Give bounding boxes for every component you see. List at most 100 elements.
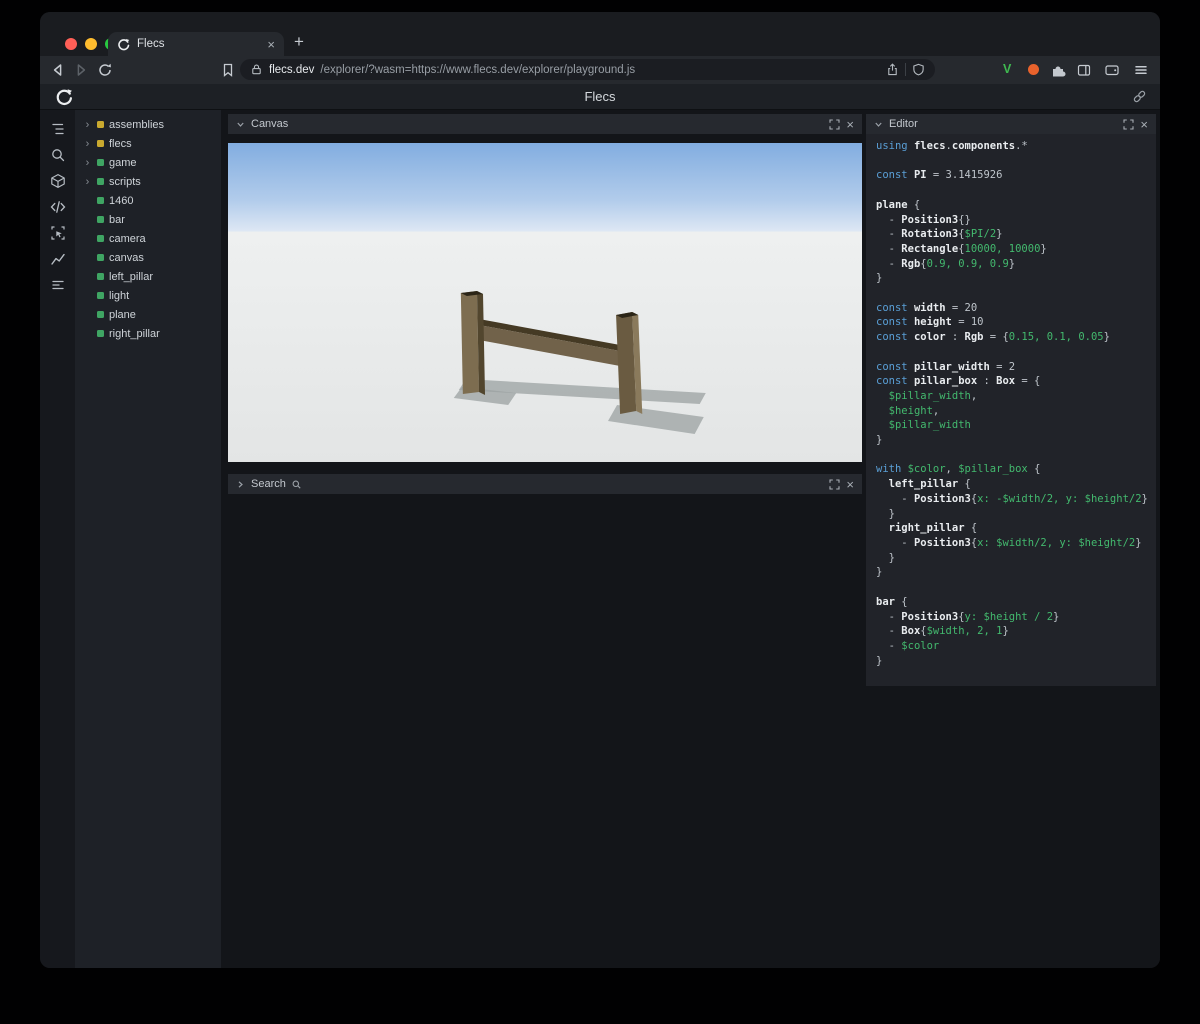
editor-code[interactable]: using flecs.components.* const PI = 3.14… bbox=[866, 134, 1156, 686]
chart-icon[interactable] bbox=[50, 251, 66, 267]
search-panel-title: Search bbox=[251, 478, 286, 490]
close-icon[interactable]: × bbox=[1140, 118, 1148, 131]
app-header: Flecs bbox=[40, 84, 1160, 110]
code-line: } bbox=[876, 434, 883, 447]
back-button[interactable] bbox=[50, 62, 66, 78]
expand-arrow-icon[interactable]: › bbox=[83, 176, 92, 188]
tree-item[interactable]: left_pillar bbox=[75, 267, 221, 286]
entity-label: plane bbox=[109, 308, 136, 321]
shield-icon[interactable] bbox=[912, 63, 925, 76]
tree-item[interactable]: › game bbox=[75, 153, 221, 172]
entity-label: camera bbox=[109, 232, 146, 245]
entity-label: 1460 bbox=[109, 194, 134, 207]
entity-tree: › assemblies › flecs › game › scripts 1460 bar cam… bbox=[75, 110, 221, 968]
entity-label: scripts bbox=[109, 175, 141, 188]
left-pillar-mesh bbox=[460, 291, 486, 395]
search-icon[interactable] bbox=[50, 147, 66, 163]
entity-color-dot bbox=[97, 121, 104, 128]
link-icon[interactable] bbox=[1132, 89, 1147, 104]
code-line: } bbox=[876, 654, 883, 667]
tab-close-icon[interactable]: × bbox=[267, 38, 275, 51]
code-line: - Rotation3{$PI/2} bbox=[876, 228, 1003, 241]
code-line: - Position3{y: $height / 2} bbox=[876, 610, 1060, 623]
code-line: $pillar_width bbox=[888, 419, 971, 432]
tab-strip: Flecs × + bbox=[40, 12, 1160, 56]
new-tab-button[interactable]: + bbox=[294, 33, 304, 50]
code-line: left_pillar { bbox=[888, 478, 971, 491]
inspect-icon[interactable] bbox=[50, 225, 66, 241]
tree-item[interactable]: plane bbox=[75, 305, 221, 324]
entity-label: assemblies bbox=[109, 118, 165, 131]
tree-item[interactable]: › scripts bbox=[75, 172, 221, 191]
canvas-3d-view[interactable] bbox=[228, 143, 862, 462]
entity-label: right_pillar bbox=[109, 327, 160, 340]
code-line: } bbox=[876, 507, 895, 520]
minimize-window-button[interactable] bbox=[85, 38, 97, 50]
code-line: - Rectangle{10000, 10000} bbox=[876, 242, 1047, 255]
code-line: const height = 10 bbox=[876, 316, 984, 329]
reload-button[interactable] bbox=[97, 62, 113, 78]
code-line: - Position3{} bbox=[876, 213, 971, 226]
code-line: $height, bbox=[888, 404, 940, 417]
tree-item[interactable]: bar bbox=[75, 210, 221, 229]
tree-item[interactable]: › flecs bbox=[75, 134, 221, 153]
menu-icon[interactable] bbox=[1133, 62, 1149, 78]
code-line: const pillar_width = 2 bbox=[876, 360, 1016, 373]
right-pillar-mesh bbox=[616, 312, 643, 414]
entity-tree-icon[interactable] bbox=[50, 121, 66, 137]
code-line: plane { bbox=[876, 198, 921, 211]
bookmark-icon[interactable] bbox=[220, 62, 236, 78]
expand-arrow-icon[interactable]: › bbox=[83, 138, 92, 150]
code-line: - $color bbox=[876, 639, 940, 652]
expand-icon[interactable] bbox=[829, 478, 840, 490]
code-icon[interactable] bbox=[50, 199, 66, 215]
close-window-button[interactable] bbox=[65, 38, 77, 50]
entity-color-dot bbox=[97, 292, 104, 299]
code-line: } bbox=[876, 551, 895, 564]
close-icon[interactable]: × bbox=[846, 478, 854, 491]
tree-item[interactable]: light bbox=[75, 286, 221, 305]
tree-item[interactable]: 1460 bbox=[75, 191, 221, 210]
main-column: Canvas × Search × bbox=[221, 110, 866, 968]
forward-button[interactable] bbox=[73, 62, 89, 78]
close-icon[interactable]: × bbox=[846, 118, 854, 131]
stats-icon[interactable] bbox=[50, 277, 66, 293]
wallet-icon[interactable] bbox=[1104, 62, 1120, 78]
page-title: Flecs bbox=[584, 89, 616, 104]
cube-icon[interactable] bbox=[50, 173, 66, 189]
tab-title: Flecs bbox=[137, 38, 165, 50]
entity-label: light bbox=[109, 289, 130, 302]
tree-item[interactable]: right_pillar bbox=[75, 324, 221, 343]
code-line: - Position3{x: $width/2, y: $height/2} bbox=[876, 536, 1142, 549]
chevron-down-icon[interactable] bbox=[236, 120, 245, 129]
app-content: › assemblies › flecs › game › scripts 1460 bar cam… bbox=[40, 110, 1160, 968]
puzzle-icon[interactable] bbox=[1050, 62, 1066, 78]
tree-item[interactable]: › assemblies bbox=[75, 115, 221, 134]
v-extension-icon[interactable]: V bbox=[1003, 63, 1011, 76]
canvas-panel-header: Canvas × bbox=[228, 114, 862, 134]
editor-panel-title: Editor bbox=[889, 118, 918, 130]
entity-color-dot bbox=[97, 311, 104, 318]
lock-icon bbox=[250, 63, 263, 76]
address-bar[interactable]: flecs.dev /explorer/?wasm=https://www.fl… bbox=[240, 59, 935, 80]
code-line: } bbox=[876, 272, 883, 285]
shadow-mesh bbox=[453, 379, 706, 434]
expand-icon[interactable] bbox=[829, 118, 840, 130]
tree-item[interactable]: camera bbox=[75, 229, 221, 248]
browser-tab[interactable]: Flecs × bbox=[108, 32, 284, 56]
magnifier-icon bbox=[292, 480, 301, 489]
entity-label: flecs bbox=[109, 137, 132, 150]
expand-icon[interactable] bbox=[1123, 118, 1134, 130]
orange-dot-extension-icon[interactable] bbox=[1028, 64, 1039, 75]
tree-item[interactable]: canvas bbox=[75, 248, 221, 267]
chevron-down-icon[interactable] bbox=[874, 120, 883, 129]
sidebar-toggle-icon[interactable] bbox=[1076, 62, 1092, 78]
expand-arrow-icon[interactable]: › bbox=[83, 119, 92, 131]
flecs-favicon-icon bbox=[117, 38, 130, 51]
chevron-right-icon[interactable] bbox=[236, 480, 245, 489]
share-icon[interactable] bbox=[886, 63, 899, 76]
expand-arrow-icon[interactable]: › bbox=[83, 157, 92, 169]
